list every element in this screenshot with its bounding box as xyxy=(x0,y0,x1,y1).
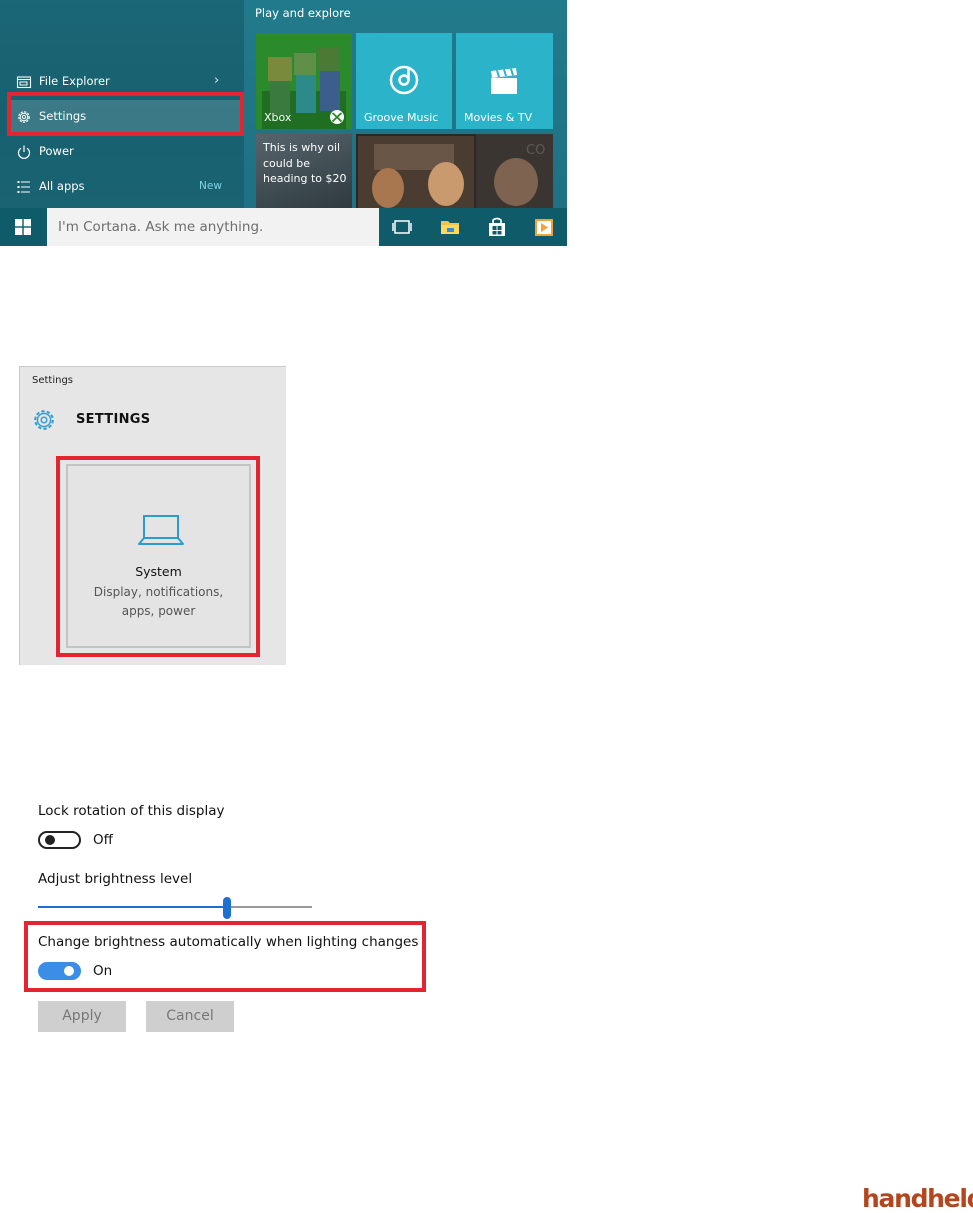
movies-tv-label: Movies & TV xyxy=(464,111,533,124)
task-view-icon[interactable] xyxy=(391,216,413,238)
tile-news[interactable]: This is why oil could be heading to $20 xyxy=(256,134,352,208)
taskbar: I'm Cortana. Ask me anything. xyxy=(0,208,567,246)
news-headline: This is why oil could be heading to $20 xyxy=(263,141,347,185)
xbox-logo-icon xyxy=(330,110,344,124)
settings-gear-icon xyxy=(34,410,54,430)
brightness-label: Adjust brightness level xyxy=(38,871,193,887)
cortana-search-placeholder: I'm Cortana. Ask me anything. xyxy=(58,219,264,235)
slider-track-empty xyxy=(227,906,312,908)
file-explorer-taskbar-icon[interactable] xyxy=(439,216,461,238)
chevron-right-icon: › xyxy=(214,73,220,88)
cancel-button[interactable]: Cancel xyxy=(146,1001,234,1032)
auto-brightness-highlight-box xyxy=(24,921,426,992)
movies-clapperboard-icon xyxy=(491,68,517,94)
settings-highlight-box xyxy=(7,92,244,136)
lock-rotation-label: Lock rotation of this display xyxy=(38,803,225,819)
power-icon xyxy=(17,145,31,159)
toggle-knob xyxy=(45,835,55,845)
apply-button[interactable]: Apply xyxy=(38,1001,126,1032)
new-badge: New xyxy=(199,180,222,192)
brightness-slider[interactable] xyxy=(38,897,312,919)
media-player-icon[interactable] xyxy=(533,216,555,238)
tile-movie-photo[interactable]: CO xyxy=(356,134,553,208)
start-button[interactable] xyxy=(0,208,47,246)
windows-logo-icon xyxy=(15,219,31,235)
tile-xbox[interactable]: Xbox xyxy=(256,33,352,129)
file-explorer-icon xyxy=(16,76,32,89)
lock-rotation-state: Off xyxy=(93,832,113,848)
tile-group-title: Play and explore xyxy=(255,6,351,20)
svg-text:CO: CO xyxy=(526,143,545,158)
xbox-tile-label: Xbox xyxy=(264,111,292,124)
lock-rotation-toggle[interactable] xyxy=(38,831,81,849)
handheld-watermark-logo: handheld xyxy=(862,1184,973,1213)
menu-item-all-apps[interactable]: All apps New xyxy=(8,170,240,204)
tile-movies-tv[interactable]: Movies & TV xyxy=(456,33,553,129)
menu-item-power[interactable]: Power xyxy=(8,135,240,169)
groove-music-label: Groove Music xyxy=(364,111,439,124)
cortana-search-box[interactable]: I'm Cortana. Ask me anything. xyxy=(47,208,379,246)
file-explorer-label: File Explorer xyxy=(39,74,110,88)
slider-track-filled xyxy=(38,906,227,908)
system-highlight-box xyxy=(56,456,260,657)
all-apps-label: All apps xyxy=(39,179,85,193)
groove-music-icon xyxy=(389,65,419,95)
all-apps-icon xyxy=(17,181,30,193)
tile-groove-music[interactable]: Groove Music xyxy=(356,33,452,129)
power-label: Power xyxy=(39,144,74,158)
window-title: Settings xyxy=(32,375,74,386)
start-menu: File Explorer › Settings Power All apps … xyxy=(0,0,567,246)
settings-heading: SETTINGS xyxy=(76,412,151,427)
slider-thumb[interactable] xyxy=(223,897,231,919)
store-icon[interactable] xyxy=(486,216,508,238)
movie-still-image: CO xyxy=(356,134,553,208)
